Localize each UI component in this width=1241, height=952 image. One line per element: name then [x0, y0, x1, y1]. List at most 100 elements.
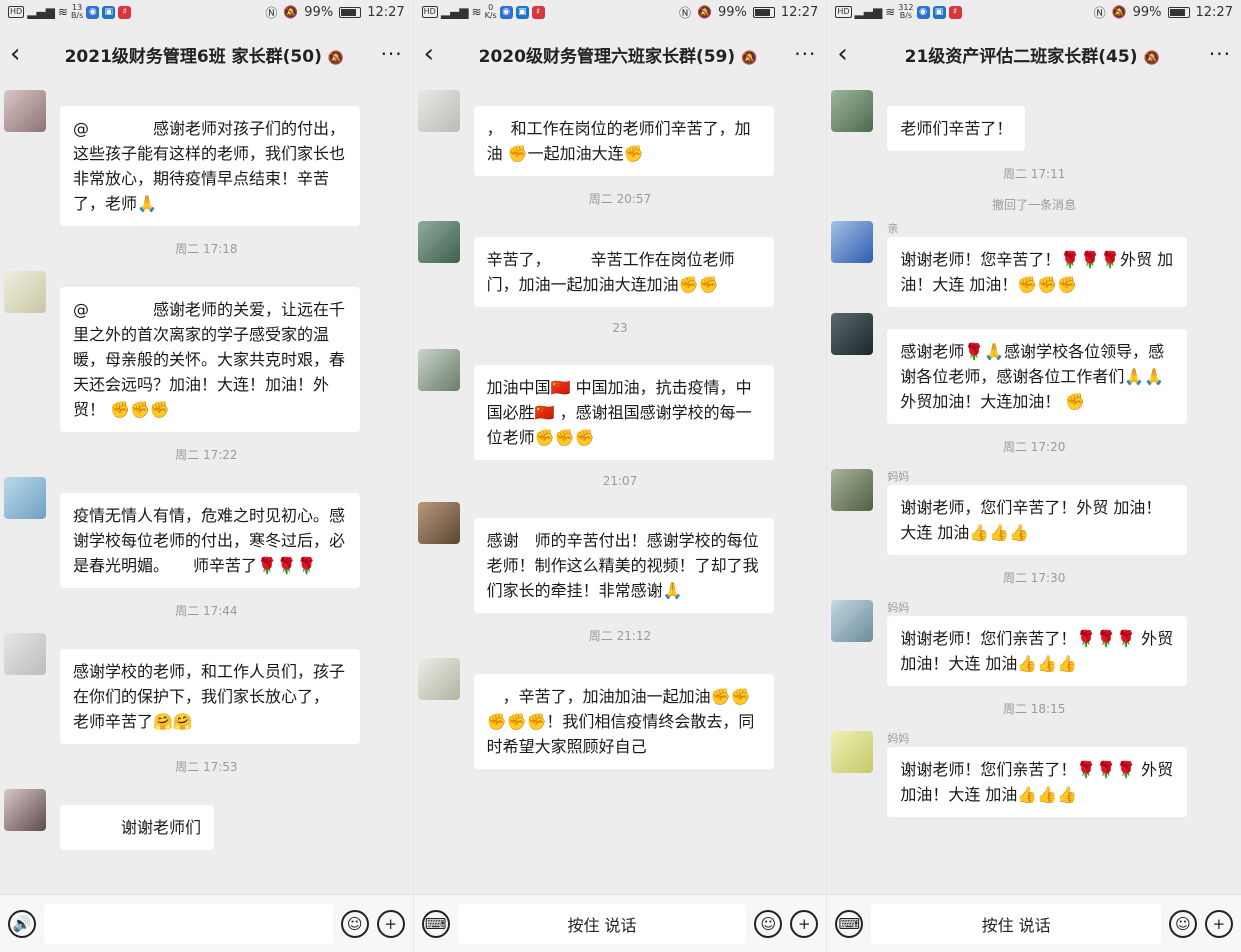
hold-to-talk-button[interactable]: 按住 说话 — [871, 903, 1161, 944]
avatar[interactable] — [417, 502, 460, 544]
timestamp: 周二 17:20 — [1002, 440, 1066, 454]
message-row: 妈妈 谢谢老师！您们亲苦了！🌹🌹🌹 外贸 加油！大连 加油👍👍👍 — [827, 600, 1241, 686]
message-bubble[interactable]: 谢谢老师！您们亲苦了！🌹🌹🌹 外贸 加油！大连 加油👍👍👍 — [887, 747, 1188, 817]
battery-percent: 99% — [1132, 4, 1162, 20]
message-row: 妈妈 谢谢老师，您们辛苦了！外贸 加油！大连 加油👍👍👍 — [827, 469, 1241, 555]
avatar[interactable] — [831, 600, 874, 642]
hd-indicator: HD — [421, 6, 438, 18]
avatar[interactable] — [4, 477, 46, 519]
avatar[interactable] — [4, 271, 46, 313]
sender-name — [60, 271, 360, 287]
clock-time: 12:27 — [367, 4, 405, 20]
back-arrow-icon[interactable]: ‹ — [10, 39, 40, 69]
notification-app-icon: ◉ — [86, 5, 100, 19]
avatar[interactable] — [831, 469, 874, 511]
message-bubble[interactable]: @ 感谢老师对孩子们的付出，这些孩子能有这样的老师，我们家长也非常放心，期待疫情… — [60, 106, 360, 226]
wifi-icon: ≋ — [471, 5, 482, 19]
message-bubble[interactable]: 感谢 师的辛苦付出！感谢学校的每位老师！制作这么精美的视频！了却了我们家长的牵挂… — [473, 518, 774, 613]
avatar[interactable] — [417, 90, 460, 132]
message-content: 辛苦了， 辛苦工作在岗位老师门，加油一起加油大连加油✊✊ — [473, 221, 774, 307]
message-bubble[interactable]: 谢谢老师，您们辛苦了！外贸 加油！大连 加油👍👍👍 — [887, 485, 1188, 555]
message-row: 感谢老师🌹🙏感谢学校各位领导，感谢各位老师，感谢各位工作者们🙏🙏外贸加油！大连加… — [827, 313, 1241, 424]
sender-name — [474, 90, 774, 106]
message-bubble[interactable]: 感谢老师🌹🙏感谢学校各位领导，感谢各位老师，感谢各位工作者们🙏🙏外贸加油！大连加… — [887, 329, 1188, 424]
message-bubble[interactable]: 谢谢老师！您辛苦了！🌹🌹🌹外贸 加油！大连 加油！✊✊✊ — [887, 237, 1188, 307]
status-left: HD ▂▄▆ ≋ 312 B/s ◉ ▣ ♯ — [835, 4, 962, 20]
notification-app-icon: ▣ — [515, 5, 529, 19]
more-options-icon[interactable]: ··· — [369, 42, 403, 66]
timestamp: 23 — [612, 321, 628, 335]
message-bubble[interactable]: 辛苦了， 辛苦工作在岗位老师门，加油一起加油大连加油✊✊ — [473, 237, 774, 307]
input-bar: ⌨ 按住 说话 ☺ + — [827, 894, 1241, 952]
message-bubble[interactable]: 疫情无情人有情，危难之时见初心。感谢学校每位老师的付出，寒冬过后，必是春光明媚。… — [60, 493, 360, 588]
avatar[interactable] — [417, 658, 460, 700]
avatar[interactable] — [4, 789, 46, 831]
message-bubble[interactable]: 谢谢老师！您们亲苦了！🌹🌹🌹 外贸 加油！大连 加油👍👍👍 — [887, 616, 1188, 686]
message-bubble[interactable]: 加油中国🇨🇳 中国加油，抗击疫情，中国必胜🇨🇳 ，感谢祖国感谢学校的每一位老师✊… — [473, 365, 774, 460]
chat-header: ‹ 2020级财务管理六班家长群(59) 🔕 ··· — [414, 24, 827, 84]
message-list[interactable]: ， 和工作在岗位的老师们辛苦了，加油 ✊一起加油大连✊ 周二 20:57 辛苦了， … — [414, 84, 827, 894]
plus-icon[interactable]: + — [376, 909, 405, 938]
voice-icon[interactable]: 🔊 — [8, 909, 36, 938]
message-row: ，辛苦了，加油加油一起加油✊✊✊✊✊！我们相信疫情终会散去，同时希望大家照顾好自… — [414, 658, 827, 769]
avatar[interactable] — [417, 221, 460, 263]
message-bubble[interactable]: ，辛苦了，加油加油一起加油✊✊✊✊✊！我们相信疫情终会散去，同时希望大家照顾好自… — [473, 674, 774, 769]
avatar[interactable] — [4, 90, 46, 132]
sender-name — [474, 502, 774, 518]
avatar[interactable] — [831, 313, 874, 355]
avatar[interactable] — [417, 349, 460, 391]
message-bubble[interactable]: 谢谢老师们 — [60, 805, 215, 850]
notification-app-icon: ▣ — [932, 5, 946, 19]
message-bubble[interactable]: 感谢学校的老师，和工作人员们，孩子在你们的保护下，我们家长放心了， 老师辛苦了🤗… — [60, 649, 369, 744]
back-arrow-icon[interactable]: ‹ — [837, 39, 867, 69]
avatar[interactable] — [831, 731, 874, 773]
message-bubble[interactable]: ， 和工作在岗位的老师们辛苦了，加油 ✊一起加油大连✊ — [473, 106, 774, 176]
keyboard-icon[interactable]: ⌨ — [835, 909, 864, 938]
message-list[interactable]: @ 感谢老师对孩子们的付出，这些孩子能有这样的老师，我们家长也非常放心，期待疫情… — [0, 84, 413, 894]
message-row: @ 感谢老师的关爱，让远在千里之外的首次离家的学子感受家的温暖，母亲般的关怀。大… — [0, 271, 413, 432]
timestamp: 21:07 — [602, 474, 638, 488]
message-list[interactable]: 老师们辛苦了！ 周二 17:11 撤回了一条消息亲谢谢老师！您辛苦了！🌹🌹🌹外贸 加… — [827, 84, 1241, 894]
timestamp: 周二 17:18 — [175, 242, 238, 256]
message-bubble[interactable]: @ 感谢老师的关爱，让远在千里之外的首次离家的学子感受家的温暖，母亲般的关怀。大… — [60, 287, 360, 432]
message-content: ，辛苦了，加油加油一起加油✊✊✊✊✊！我们相信疫情终会散去，同时希望大家照顾好自… — [473, 658, 774, 769]
status-bar: HD ▂▄▆ ≋ 312 B/s ◉ ▣ ♯ Ⓝ 🔕 99% 12:27 — [827, 0, 1241, 24]
message-content: 感谢 师的辛苦付出！感谢学校的每位老师！制作这么精美的视频！了却了我们家长的牵挂… — [473, 502, 774, 613]
emoji-icon[interactable]: ☺ — [340, 909, 369, 938]
message-content: 谢谢老师们 — [60, 789, 215, 850]
sender-name — [887, 90, 1025, 106]
back-arrow-icon[interactable]: ‹ — [424, 39, 454, 69]
clock-time: 12:27 — [1195, 4, 1233, 20]
message-input[interactable] — [44, 903, 333, 944]
sender-name — [474, 221, 774, 237]
chat-screen: HD ▂▄▆ ≋ 0 K/s ◉ ▣ ♯ Ⓝ 🔕 99% 12:27 ‹ 2020级财务管理六班家长群(5… — [413, 0, 828, 952]
avatar[interactable] — [831, 90, 874, 132]
input-bar: ⌨ 按住 说话 ☺ + — [413, 894, 827, 952]
emoji-icon[interactable]: ☺ — [754, 909, 783, 938]
wifi-icon: ≋ — [57, 5, 68, 19]
plus-icon[interactable]: + — [1204, 909, 1233, 938]
network-speed: 0 K/s — [485, 4, 497, 20]
network-speed: 13 B/s — [71, 4, 83, 20]
hold-to-talk-button[interactable]: 按住 说话 — [457, 903, 747, 944]
mute-icon: 🔕 — [327, 50, 345, 66]
timestamp: 周二 17:44 — [175, 604, 238, 618]
message-row: 老师们辛苦了！ — [827, 90, 1241, 151]
avatar[interactable] — [4, 633, 46, 675]
more-options-icon[interactable]: ··· — [1197, 42, 1231, 66]
message-bubble[interactable]: 老师们辛苦了！ — [887, 106, 1026, 151]
message-row: 感谢 师的辛苦付出！感谢学校的每位老师！制作这么精美的视频！了却了我们家长的牵挂… — [414, 502, 827, 613]
group-title-text: 2020级财务管理六班家长群(59) — [478, 46, 736, 67]
emoji-icon[interactable]: ☺ — [1168, 909, 1197, 938]
message-content: 亲谢谢老师！您辛苦了！🌹🌹🌹外贸 加油！大连 加油！✊✊✊ — [887, 221, 1188, 307]
sender-name: 妈妈 — [887, 732, 910, 745]
nfc-icon: Ⓝ — [678, 5, 691, 20]
keyboard-icon[interactable]: ⌨ — [421, 909, 450, 938]
avatar[interactable] — [831, 221, 874, 263]
hd-indicator: HD — [835, 6, 852, 18]
plus-icon[interactable]: + — [790, 909, 819, 938]
signal-icon: ▂▄▆ — [27, 5, 55, 19]
message-row: 感谢学校的老师，和工作人员们，孩子在你们的保护下，我们家长放心了， 老师辛苦了🤗… — [0, 633, 413, 744]
chat-screen: HD ▂▄▆ ≋ 312 B/s ◉ ▣ ♯ Ⓝ 🔕 99% 12:27 ‹ 21级资产评估二班家长群(4… — [827, 0, 1241, 952]
more-options-icon[interactable]: ··· — [782, 42, 816, 66]
